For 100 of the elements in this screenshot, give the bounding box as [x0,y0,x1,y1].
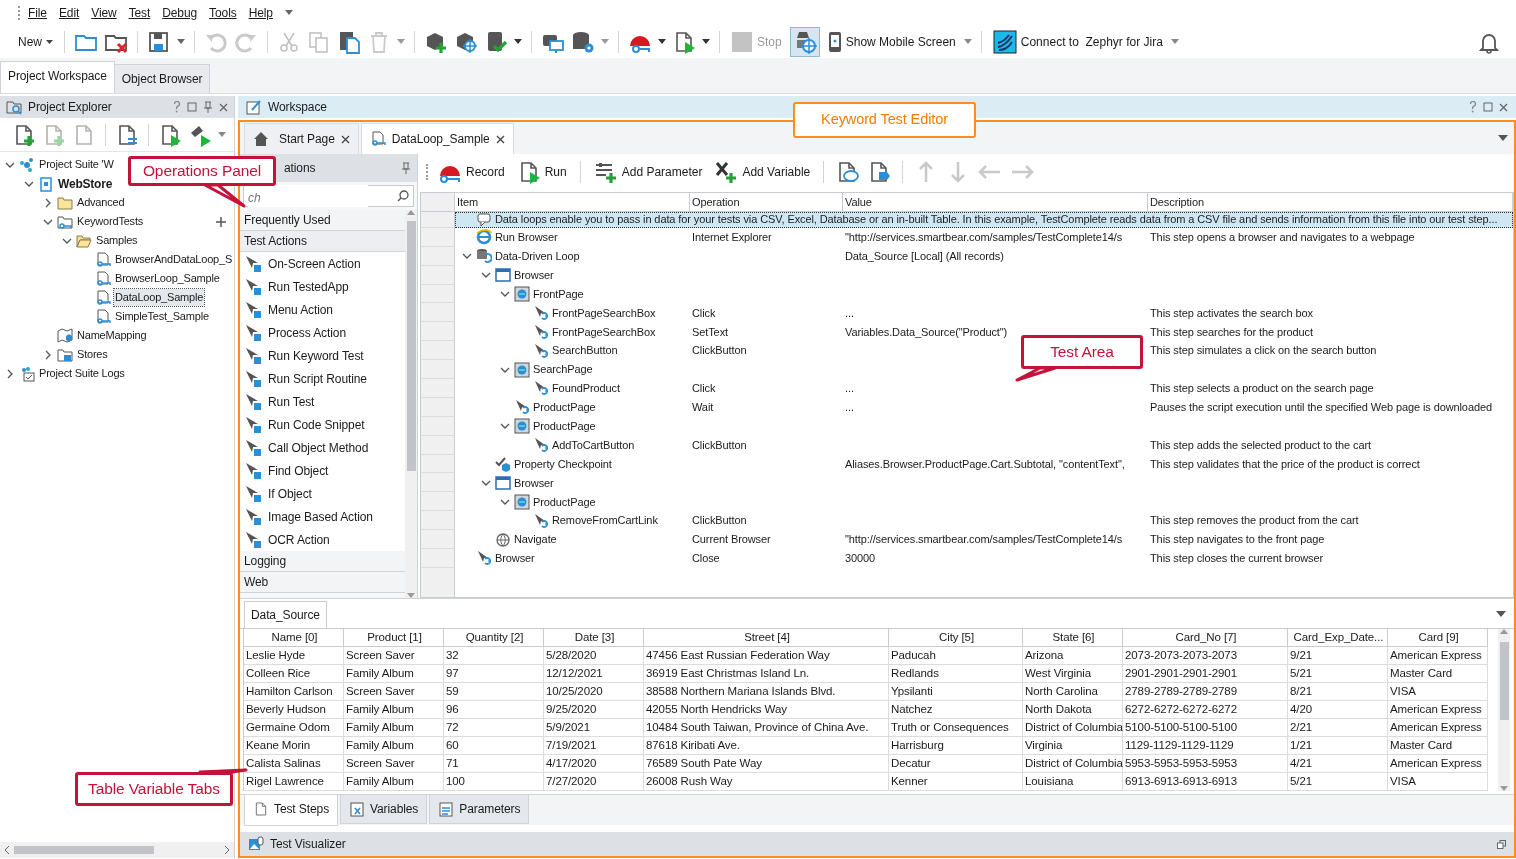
scroll-down-icon[interactable] [1500,786,1508,791]
operation-item[interactable]: Process Action [240,321,405,344]
search-icon[interactable] [397,190,409,202]
step-item[interactable]: Data-Driven Loop [495,247,580,265]
step-item[interactable]: Property Checkpoint [514,455,612,473]
vertical-scrollbar[interactable] [405,210,417,598]
operation-item[interactable]: On-Screen Action [240,252,405,275]
toolbar-button[interactable]: Record [436,160,507,184]
caret-icon[interactable] [177,39,185,44]
column-header[interactable]: Name [0] [244,629,344,648]
tree-item[interactable]: Stores [76,346,109,363]
column-header[interactable]: Operation [690,193,843,211]
operation-item[interactable]: Run Code Snippet [240,413,405,436]
operation-item[interactable]: If Object [240,482,405,505]
step-item[interactable]: Navigate [514,531,557,548]
add-icon[interactable] [216,216,226,227]
tree-item[interactable]: DataLoop_Sample [114,289,205,306]
dropdown-icon[interactable] [1498,135,1508,141]
toolbar-button[interactable]: Add Variable [712,160,813,184]
maximize-icon[interactable] [1483,102,1493,112]
caret-icon[interactable] [658,39,666,44]
column-header[interactable]: Card_No [7] [1123,629,1288,648]
menu-item[interactable]: Debug [162,3,198,22]
column-header[interactable]: Street [4] [644,629,889,648]
step-item[interactable]: Browser [514,474,554,492]
bottom-tab[interactable]: Test Steps [244,795,339,826]
paste-icon[interactable] [337,29,361,54]
caret-icon[interactable] [284,10,293,15]
tree-item[interactable]: Samples [95,232,139,249]
help-icon[interactable] [1469,101,1477,113]
help-icon[interactable] [173,101,181,113]
tree-item[interactable]: KeywordTests [76,213,145,230]
column-header[interactable]: State [6] [1023,629,1123,648]
column-header[interactable]: City [5] [889,629,1023,648]
operation-item[interactable]: Run Test [240,390,405,413]
operation-item[interactable]: Call Object Method [240,436,405,459]
step-item[interactable]: FoundProduct [552,380,620,397]
operation-item[interactable]: OCR Action [240,528,405,551]
operation-item[interactable]: Menu Action [240,298,405,321]
tree-item[interactable]: NameMapping [76,327,148,344]
step-item[interactable]: SearchButton [552,342,618,359]
menu-item[interactable]: Tools [209,3,237,22]
vertical-scrollbar[interactable] [1498,629,1510,791]
bottom-tab[interactable]: Variables [340,795,428,824]
menu-item[interactable]: Edit [58,3,80,22]
tree-item[interactable]: WebStore [57,174,114,193]
column-header[interactable]: Item [455,193,690,211]
caret-icon[interactable] [514,39,522,44]
close-icon[interactable] [340,134,350,144]
maximize-icon[interactable] [187,102,197,112]
tree-item[interactable]: BrowserLoop_Sample [114,270,221,287]
column-header[interactable]: Card_Exp_Date... [1288,629,1388,648]
menu-item[interactable]: Help [248,3,273,22]
step-item[interactable]: Browser [514,266,554,284]
step-item[interactable]: RemoveFromCartLink [552,512,658,529]
step-item[interactable]: Run Browser [495,229,558,246]
column-header[interactable]: Date [3] [544,629,644,648]
scroll-up-icon[interactable] [407,210,415,215]
operation-item[interactable]: Image Based Action [240,505,405,528]
tree-item[interactable]: Project Suite 'W [38,156,115,173]
tree-item[interactable]: Advanced [76,194,126,211]
menu-item[interactable]: Test [128,3,151,22]
step-item[interactable]: FrontPage [533,285,584,303]
operation-category[interactable]: Test Actions [240,231,405,252]
editor-tab[interactable]: Start Page [244,123,359,154]
operation-item[interactable]: Run TestedApp [240,275,405,298]
horizontal-scrollbar[interactable] [0,842,234,858]
new-button[interactable]: New [16,32,55,51]
data-source-tab[interactable]: Data_Source [244,601,327,628]
operation-item[interactable]: Run Script Routine [240,367,405,390]
tree-item[interactable]: SimpleTest_Sample [114,308,210,325]
column-header[interactable]: Quantity [2] [444,629,544,648]
operation-item[interactable]: Run Keyword Test [240,344,405,367]
scroll-left-icon[interactable] [4,846,10,854]
toolbar-button[interactable]: Run [514,160,569,184]
column-header[interactable]: Description [1148,193,1513,211]
tree-item[interactable]: Project Suite Logs [38,365,126,382]
connect-button[interactable]: Connect to Zephyr for Jira [990,29,1165,54]
step-item[interactable]: ProductPage [533,399,596,416]
menu-item[interactable]: View [91,3,117,22]
workspace-tab[interactable]: Project Workspace [0,61,115,93]
bottom-tab[interactable]: Parameters [429,795,530,824]
close-icon[interactable] [495,134,505,144]
database-gear-icon[interactable] [571,29,595,54]
step-item[interactable]: SearchPage [533,361,593,378]
tree-item[interactable]: BrowserAndDataLoop_S [114,251,234,268]
column-header[interactable]: Value [843,193,1148,211]
caret-icon[interactable] [702,39,710,44]
menu-item[interactable]: File [28,3,47,22]
column-header[interactable]: Card [9] [1388,629,1488,648]
step-item[interactable]: AddToCartButton [552,436,635,454]
step-item[interactable]: ProductPage [533,418,596,435]
dropdown-icon[interactable] [1496,610,1506,617]
step-item[interactable]: FrontPageSearchBox [552,323,656,341]
toolbar-button[interactable]: Add Parameter [591,160,705,184]
close-icon[interactable] [1499,102,1508,112]
scroll-right-icon[interactable] [224,846,230,854]
show-mobile-screen-button[interactable]: Show Mobile Screen [825,30,958,53]
pin-icon[interactable] [203,101,213,113]
restore-icon[interactable] [1497,839,1506,849]
